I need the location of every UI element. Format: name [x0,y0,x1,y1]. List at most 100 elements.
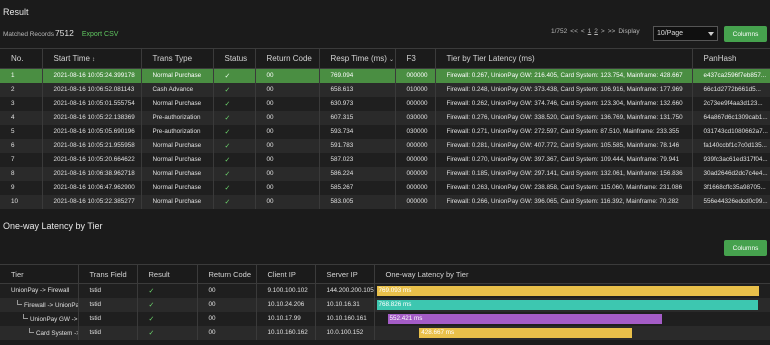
cell-f3: 030000 [395,110,436,125]
table-row[interactable]: 10 2021-08-16 10:05:22.385277 Normal Purch… [0,194,770,209]
pagination: 1/752 << < 1 2 > >> Display [551,28,640,35]
cell-f3: 000000 [395,180,436,195]
table-row[interactable]: 3 2021-08-16 10:05:01.555754 Normal Purcha… [0,96,770,111]
chevron-down-icon [708,31,714,36]
cell-status: ✓ [213,110,256,125]
table-row[interactable]: 4 2021-08-16 10:05:22.138369 Pre-authoriza… [0,110,770,125]
page-size-value: 10/Page [657,30,684,37]
cell-resp-time: 585.267 [319,180,396,195]
cell-server-ip: 10.10.16.31 [315,297,375,312]
col-header-f3[interactable]: F3 [395,48,436,69]
col-header-result[interactable]: Result [137,264,198,284]
check-icon: ✓ [224,184,231,192]
cell-status: ✓ [213,138,256,153]
col-header-client-ip[interactable]: Client IP [256,264,316,284]
check-icon: ✓ [224,100,231,108]
last-page-button[interactable]: >> [608,28,616,35]
tier-table-header: Tier Trans Field Result Return Code Clie… [0,264,770,284]
cell-return-code: 00 [197,325,257,340]
tier-row[interactable]: UnionPay -> Firewall tstid ✓ 00 9.100.100.10… [0,283,770,298]
cell-panhash: fa140ccbf1c7c0d135... [692,138,770,153]
cell-status: ✓ [213,194,256,209]
table-row[interactable]: 6 2021-08-16 10:05:21.955958 Normal Purcha… [0,138,770,153]
cell-tier-latency: Firewall: 0.262, UnionPay GW: 374.746, C… [435,96,693,111]
table-row[interactable]: 1 2021-08-16 10:05:24.399178 Normal Purcha… [0,68,770,83]
tree-connector-icon [29,328,34,333]
tier-row[interactable]: UnionPay GW -> Ctstid ✓ 0010.10.17.9910.10… [0,311,770,326]
table-row[interactable]: 9 2021-08-16 10:06:47.962900 Normal Purcha… [0,180,770,195]
col-header-tier-latency[interactable]: Tier by Tier Latency (ms) [435,48,693,69]
col-header-return-code[interactable]: Return Code [197,264,257,284]
cell-panhash: 30ad2646d2dc7c4e4... [692,166,770,181]
matched-records: Matched Records 7512 Export CSV [3,28,118,38]
page-range: 1/752 [551,28,568,35]
latency-bar[interactable]: 552.421 ms [387,313,662,324]
col-header-oneway-latency[interactable]: One-way Latency by Tier [374,264,770,284]
cell-tier-latency: Firewall: 0.263, UnionPay GW: 238.858, C… [435,180,693,195]
cell-result: ✓ [137,325,198,340]
cell-trans-type: Normal Purchase [141,96,214,111]
check-icon: ✓ [224,72,231,80]
table-row[interactable]: 2 2021-08-16 10:06:52.081143 Cash Advance ✓… [0,82,770,97]
cell-latency-bar: 768.826 ms [374,297,770,312]
cell-resp-time: 658.613 [319,82,396,97]
col-header-return-code[interactable]: Return Code [255,48,320,69]
page-link-2[interactable]: 2 [594,28,598,35]
cell-panhash: 3f1668cffc35a98705... [692,180,770,195]
tier-name: Firewall -> UnionPay [24,302,78,309]
col-header-start-time[interactable]: Start Time ↕ [42,48,142,69]
cell-resp-time: 591.783 [319,138,396,153]
tier-columns-button[interactable]: Columns [724,240,767,256]
table-row[interactable]: 8 2021-08-16 10:06:38.962718 Normal Purcha… [0,166,770,181]
cell-resp-time: 607.315 [319,110,396,125]
cell-return-code: 00 [255,166,320,181]
next-page-button[interactable]: > [601,28,605,35]
table-row[interactable]: 7 2021-08-16 10:05:20.664622 Normal Purcha… [0,152,770,167]
cell-result: ✓ [137,311,198,326]
cell-tier-latency: Firewall: 0.185, UnionPay GW: 297.141, C… [435,166,693,181]
cell-tier-latency: Firewall: 0.276, UnionPay GW: 338.520, C… [435,110,693,125]
col-header-status[interactable]: Status [213,48,256,69]
cell-no: 5 [0,124,43,139]
first-page-button[interactable]: << [570,28,578,35]
export-csv-link[interactable]: Export CSV [82,31,119,38]
check-icon: ✓ [224,86,231,94]
check-icon: ✓ [224,156,231,164]
cell-server-ip: 10.10.160.161 [315,311,375,326]
cell-server-ip: 10.0.100.152 [315,325,375,340]
check-icon: ✓ [148,301,155,309]
cell-status: ✓ [213,96,256,111]
cell-trans-type: Normal Purchase [141,152,214,167]
latency-bar[interactable]: 768.826 ms [376,299,759,310]
cell-resp-time: 630.973 [319,96,396,111]
latency-bar[interactable]: 769.093 ms [376,286,759,296]
col-header-resp-time[interactable]: Resp Time (ms) ⌄ [319,48,396,69]
cell-start-time: 2021-08-16 10:05:05.690196 [42,124,142,139]
cell-trans-field: tstid [78,311,138,326]
prev-page-button[interactable]: < [581,28,585,35]
tier-row[interactable]: Card System -> tstid ✓ 00 10.10.160.162 10.0.… [0,325,770,340]
tier-latency-table: Tier Trans Field Result Return Code Clie… [0,264,770,340]
col-header-trans-type[interactable]: Trans Type [141,48,214,69]
col-header-server-ip[interactable]: Server IP [315,264,375,284]
check-icon: ✓ [224,198,231,206]
table-row[interactable]: 5 2021-08-16 10:05:05.690196 Pre-authoriza… [0,124,770,139]
columns-button[interactable]: Columns [724,26,767,42]
cell-f3: 010000 [395,82,436,97]
cell-no: 7 [0,152,43,167]
col-header-tier[interactable]: Tier [0,264,79,284]
page-link-1[interactable]: 1 [588,28,592,35]
cell-trans-type: Normal Purchase [141,180,214,195]
col-header-panhash[interactable]: PanHash [692,48,770,69]
cell-return-code: 00 [255,138,320,153]
page-size-select[interactable]: 10/Page [653,26,718,41]
cell-return-code: 00 [197,297,257,312]
cell-start-time: 2021-08-16 10:05:22.138369 [42,110,142,125]
cell-panhash: e437ca2596f7eb857... [692,68,770,83]
tier-row[interactable]: Firewall -> UnionPay tstid ✓ 00 10.10.24.206… [0,297,770,312]
col-header-trans-field[interactable]: Trans Field [78,264,138,284]
latency-bar[interactable]: 428.667 ms [419,327,633,338]
cell-trans-type: Normal Purchase [141,194,214,209]
col-header-no[interactable]: No. [0,48,43,69]
cell-panhash: 031743cd1080662a7... [692,124,770,139]
